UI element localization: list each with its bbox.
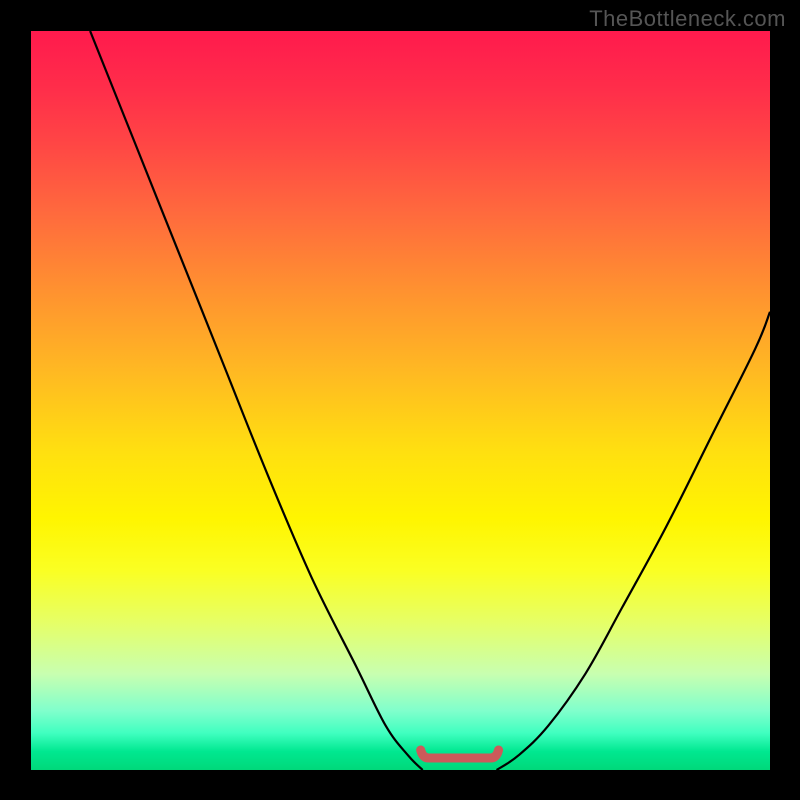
right-curve-line xyxy=(497,312,770,770)
chart-plot-area xyxy=(31,31,770,770)
chart-svg xyxy=(31,31,770,770)
left-curve-line xyxy=(90,31,423,770)
flat-region-marker xyxy=(421,750,499,758)
watermark-text: TheBottleneck.com xyxy=(589,6,786,32)
